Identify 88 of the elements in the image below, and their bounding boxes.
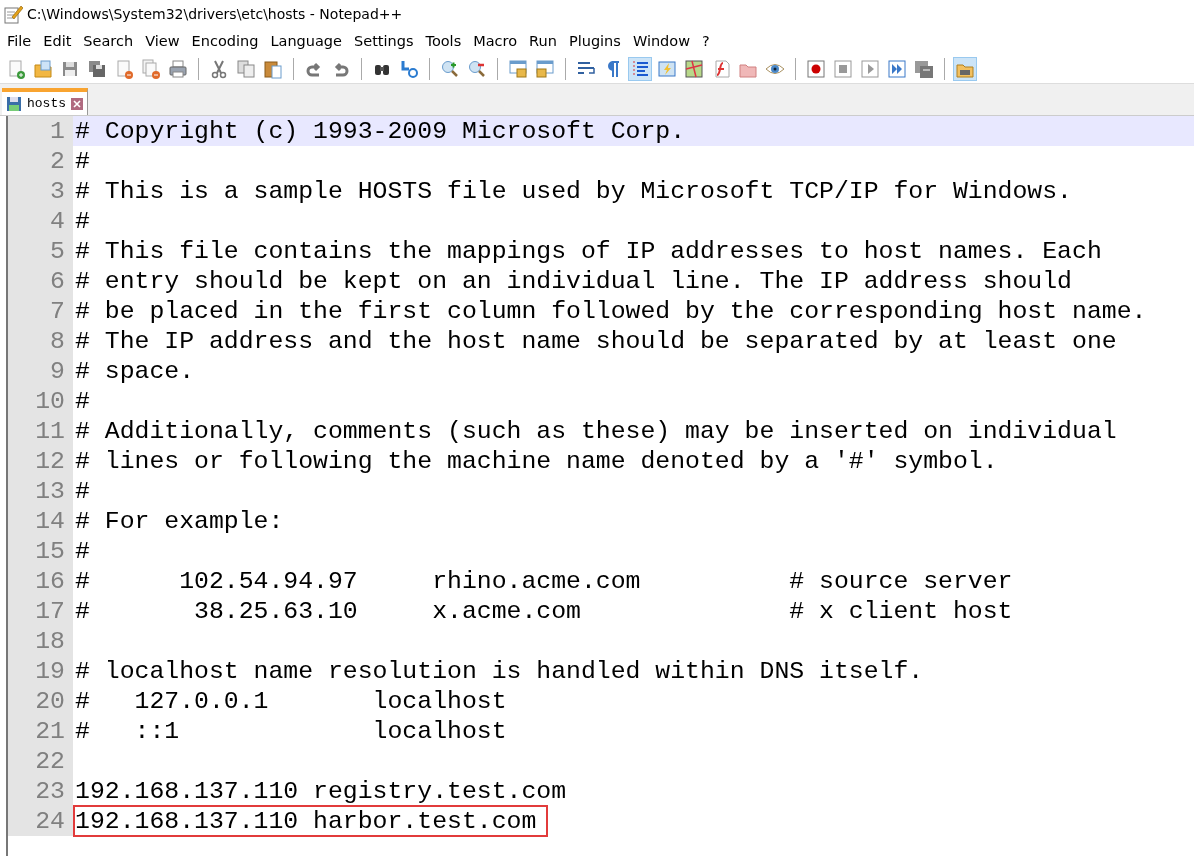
save-all-icon[interactable] bbox=[87, 59, 107, 79]
menu-item[interactable]: Macro bbox=[468, 31, 525, 51]
line-number: 9 bbox=[8, 356, 73, 386]
new-file-icon[interactable] bbox=[6, 59, 26, 79]
notepad-icon bbox=[3, 3, 23, 24]
code-line: # The IP address and the host name should be separated by at least one bbox=[75, 327, 1117, 355]
indent-guide-toggle[interactable] bbox=[628, 57, 652, 81]
line-number: 20 bbox=[8, 686, 73, 716]
code-line: # bbox=[75, 147, 90, 175]
code-line: 192.168.137.110 registry.test.com bbox=[75, 777, 567, 805]
scissors-icon[interactable] bbox=[209, 59, 229, 79]
line-number: 2 bbox=[8, 146, 73, 176]
line-number: 7 bbox=[8, 296, 73, 326]
printer-icon[interactable] bbox=[168, 59, 188, 79]
menu-item[interactable]: Language bbox=[265, 31, 349, 51]
save-icon[interactable] bbox=[60, 59, 80, 79]
code-line: # be placed in the first column followed by the corresponding host name. bbox=[75, 297, 1147, 325]
line-number: 4 bbox=[8, 206, 73, 236]
line-number: 16 bbox=[8, 566, 73, 596]
close-file-icon[interactable] bbox=[114, 59, 134, 79]
folder-panel-toggle[interactable] bbox=[953, 57, 977, 81]
sync-vertical-icon[interactable] bbox=[508, 59, 528, 79]
play-icon[interactable] bbox=[860, 59, 880, 79]
line-number: 3 bbox=[8, 176, 73, 206]
code-line: # bbox=[75, 207, 90, 235]
code-line: # localhost name resolution is handled within DNS itself. bbox=[75, 657, 924, 685]
line-number: 10 bbox=[8, 386, 73, 416]
clipboard-icon[interactable] bbox=[263, 59, 283, 79]
menu-item[interactable]: ? bbox=[697, 31, 717, 51]
line-number: 19 bbox=[8, 656, 73, 686]
code-line: # bbox=[75, 477, 90, 505]
close-icon[interactable] bbox=[71, 97, 83, 110]
code-line: # entry should be kept on an individual line. The IP address should bbox=[75, 267, 1072, 295]
menu-item[interactable]: Encoding bbox=[186, 31, 266, 51]
menu-item[interactable]: Settings bbox=[349, 31, 421, 51]
lightning-icon[interactable] bbox=[657, 59, 677, 79]
line-number: 14 bbox=[8, 506, 73, 536]
code-line: # bbox=[75, 537, 90, 565]
line-number: 12 bbox=[8, 446, 73, 476]
code-line: # This is a sample HOSTS file used by Microsoft TCP/IP for Windows. bbox=[75, 177, 1072, 205]
line-number: 17 bbox=[8, 596, 73, 626]
code-line: # 102.54.94.97 rhino.acme.com # source server bbox=[75, 567, 1013, 595]
close-all-icon[interactable] bbox=[141, 59, 161, 79]
code-line: # 127.0.0.1 localhost bbox=[75, 687, 507, 715]
code-line: # ::1 localhost bbox=[75, 717, 507, 745]
menu-item[interactable]: File bbox=[2, 31, 39, 51]
code-line: # bbox=[75, 387, 90, 415]
save-icon bbox=[6, 95, 22, 112]
code-line: # Additionally, comments (such as these) may be inserted on individual bbox=[75, 417, 1117, 445]
folder-icon[interactable] bbox=[33, 59, 53, 79]
menu-item[interactable]: Window bbox=[627, 31, 698, 51]
code-line: # This file contains the mappings of IP addresses to host names. Each bbox=[75, 237, 1102, 265]
stop-icon[interactable] bbox=[833, 59, 853, 79]
menu-item[interactable]: View bbox=[140, 31, 187, 51]
code-line: 192.168.137.110 harbor.test.com bbox=[75, 807, 547, 835]
code-line: # 38.25.63.10 x.acme.com # x client host bbox=[75, 597, 1013, 625]
zoom-in-icon[interactable] bbox=[440, 59, 460, 79]
line-number: 11 bbox=[8, 416, 73, 446]
menu-item[interactable]: Edit bbox=[38, 31, 79, 51]
window-title: C:\Windows\System32\drivers\etc\hosts - Notepad++ bbox=[27, 5, 403, 22]
line-number: 24 bbox=[8, 806, 73, 836]
line-number: 22 bbox=[8, 746, 73, 776]
code-line: # lines or following the machine name denoted by a '#' symbol. bbox=[75, 447, 998, 475]
line-number: 6 bbox=[8, 266, 73, 296]
line-number: 18 bbox=[8, 626, 73, 656]
save-macro-icon[interactable] bbox=[914, 59, 934, 79]
map-icon[interactable] bbox=[684, 59, 704, 79]
menu-item[interactable]: Run bbox=[524, 31, 564, 51]
line-number: 23 bbox=[8, 776, 73, 806]
line-number: 5 bbox=[8, 236, 73, 266]
menu-item[interactable]: Tools bbox=[420, 31, 469, 51]
sync-horizontal-icon[interactable] bbox=[535, 59, 555, 79]
line-number: 1 bbox=[8, 116, 73, 146]
line-number: 21 bbox=[8, 716, 73, 746]
menu-item[interactable]: Plugins bbox=[563, 31, 628, 51]
code-line: # Copyright (c) 1993-2009 Microsoft Corp. bbox=[75, 117, 686, 145]
line-number: 8 bbox=[8, 326, 73, 356]
code-line: # For example: bbox=[75, 507, 284, 535]
line-number: 15 bbox=[8, 536, 73, 566]
file-tab[interactable]: hosts bbox=[2, 88, 88, 115]
line-number: 13 bbox=[8, 476, 73, 506]
indent-guide-icon bbox=[630, 59, 650, 79]
record-icon[interactable] bbox=[806, 59, 826, 79]
copy-icon[interactable] bbox=[236, 59, 256, 79]
code-line: # space. bbox=[75, 357, 195, 385]
menu-item[interactable]: Search bbox=[78, 31, 141, 51]
fast-forward-icon[interactable] bbox=[887, 59, 907, 79]
zoom-out-icon[interactable] bbox=[467, 59, 487, 79]
